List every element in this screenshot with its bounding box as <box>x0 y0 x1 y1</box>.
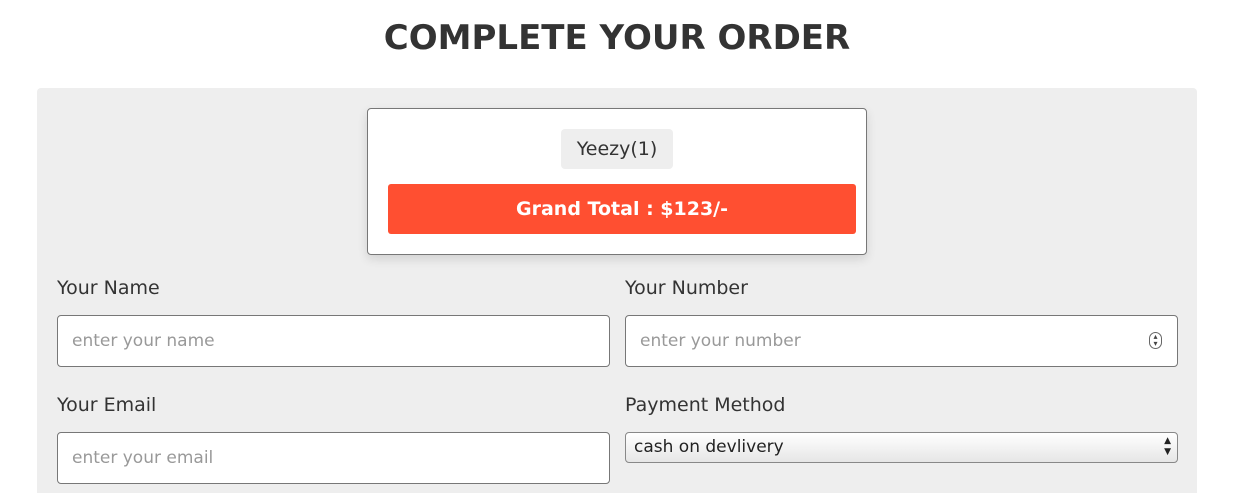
cart-item-chip: Yeezy(1) <box>561 129 673 169</box>
number-field: ▴▾ <box>625 315 1178 367</box>
page-title: COMPLETE YOUR ORDER <box>383 18 851 58</box>
number-input[interactable] <box>625 315 1178 367</box>
order-summary: Yeezy(1) Grand Total : $123/- <box>367 108 867 255</box>
checkout-form-panel: Yeezy(1) Grand Total : $123/- Your Name … <box>37 88 1197 493</box>
payment-method-value: cash on devlivery <box>634 437 784 457</box>
spinner-arrows-icon[interactable]: ▴ ▾ <box>1149 332 1162 349</box>
grand-total-banner: Grand Total : $123/- <box>388 184 856 234</box>
payment-method-label: Payment Method <box>625 394 786 416</box>
select-arrows-icon: ▲ ▼ <box>1164 436 1171 457</box>
number-label: Your Number <box>625 277 748 299</box>
email-input[interactable] <box>57 432 610 484</box>
name-label: Your Name <box>57 277 160 299</box>
payment-method-select[interactable]: cash on devlivery ▲ ▼ <box>625 432 1178 463</box>
name-input[interactable] <box>57 315 610 367</box>
email-label: Your Email <box>57 394 157 416</box>
